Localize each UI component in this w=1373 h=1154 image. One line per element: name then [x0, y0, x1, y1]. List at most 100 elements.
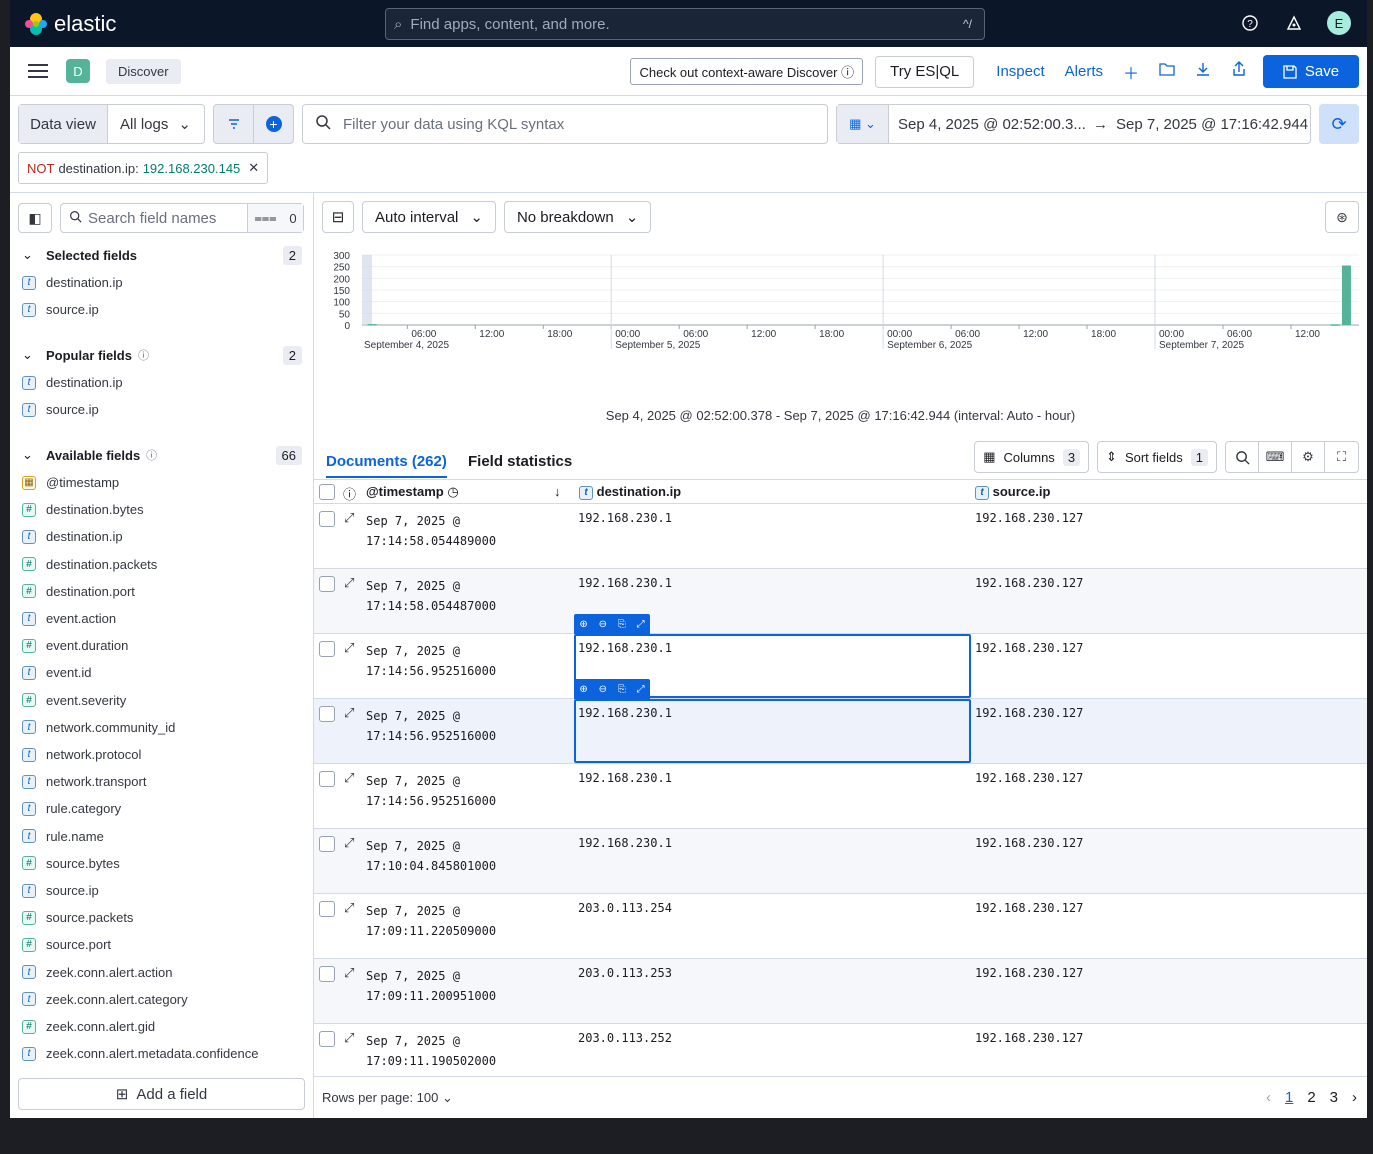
expand-icon[interactable]: ⤢ [344, 640, 354, 656]
destination-ip-header[interactable]: t destination.ip [579, 484, 681, 500]
field-item[interactable]: # destination.packets [22, 557, 157, 572]
expand-icon[interactable]: ⤢ [344, 965, 354, 981]
source-ip-cell[interactable]: 192.168.230.127 [975, 1031, 1083, 1045]
row-checkbox[interactable] [319, 1031, 335, 1047]
field-item[interactable]: t network.protocol [22, 747, 141, 762]
refresh-icon[interactable]: ⟳ [1319, 104, 1359, 144]
table-row[interactable]: ⤢ Sep 7, 2025 @ 17:09:11.200951000 203.0.11… [314, 959, 1367, 1024]
user-avatar[interactable]: E [1327, 11, 1351, 35]
global-search-input[interactable]: ⌕ Find apps, content, and more. ^/ [385, 8, 985, 40]
field-item[interactable]: t rule.name [22, 829, 104, 844]
field-item[interactable]: # event.duration [22, 638, 128, 653]
chart-options-icon[interactable]: ⊛ [1325, 201, 1359, 233]
destination-ip-cell[interactable]: 203.0.113.254 [578, 901, 672, 915]
histogram-chart[interactable]: 30025020015010050006:00September 4, 2025… [314, 243, 1367, 383]
field-item[interactable]: ▦ @timestamp [22, 475, 119, 490]
filter-out-icon[interactable]: ⊖ [599, 619, 607, 630]
sort-fields-button[interactable]: ⇕ Sort fields 1 [1097, 441, 1217, 473]
timestamp-header[interactable]: @timestamp ◷ [366, 484, 459, 500]
expand-icon[interactable]: ⤢ [344, 705, 354, 721]
field-item[interactable]: t source.ip [22, 883, 99, 898]
add-filter-button[interactable]: + [254, 105, 293, 143]
row-checkbox[interactable] [319, 901, 335, 917]
table-row[interactable]: ⤢ Sep 7, 2025 @ 17:10:04.845801000 192.168.… [314, 829, 1367, 894]
timestamp-cell[interactable]: Sep 7, 2025 @ 17:14:58.054489000 [366, 511, 496, 551]
field-item[interactable]: t event.action [22, 611, 116, 626]
date-picker[interactable]: ▦ ⌄ Sep 4, 2025 @ 02:52:00.3... → Sep 7,… [836, 104, 1311, 144]
source-ip-cell[interactable]: 192.168.230.127 [975, 576, 1083, 590]
filter-menu-icon[interactable] [214, 105, 254, 143]
select-all-checkbox[interactable] [319, 484, 335, 500]
field-item[interactable]: t rule.category [22, 801, 121, 816]
help-icon[interactable]: ? [1239, 12, 1261, 34]
filter-pill[interactable]: NOT destination.ip: 192.168.230.145 ✕ [18, 152, 269, 184]
row-checkbox[interactable] [319, 966, 335, 982]
expand-icon[interactable]: ⤢ [344, 900, 354, 916]
menu-icon[interactable] [28, 60, 48, 82]
expand-icon[interactable]: ⤢ [344, 835, 354, 851]
filter-out-icon[interactable]: ⊖ [599, 684, 607, 695]
field-item[interactable]: # source.bytes [22, 856, 120, 871]
source-ip-cell[interactable]: 192.168.230.127 [975, 966, 1083, 980]
field-filter-button[interactable]: ⩶ 0 [247, 204, 303, 232]
destination-ip-cell[interactable]: 192.168.230.1 [578, 576, 672, 590]
destination-ip-cell[interactable]: 203.0.113.252 [578, 1031, 672, 1045]
download-icon[interactable] [1195, 61, 1211, 82]
expand-icon[interactable]: ⤢ [344, 1030, 354, 1046]
row-checkbox[interactable] [319, 836, 335, 852]
table-row[interactable]: ⤢ Sep 7, 2025 @ 17:14:58.054487000 192.168.… [314, 569, 1367, 634]
field-item[interactable]: t zeek.conn.alert.metadata.confidence [22, 1046, 258, 1061]
popular-fields-header[interactable]: ⌄ Popular fields ⓘ 2 [22, 345, 302, 365]
keyboard-icon[interactable]: ⌨ [1259, 442, 1292, 472]
tab-field-statistics[interactable]: Field statistics [468, 453, 572, 470]
start-date[interactable]: Sep 4, 2025 @ 02:52:00.3... [898, 116, 1085, 133]
timestamp-cell[interactable]: Sep 7, 2025 @ 17:14:58.054487000 [366, 576, 496, 616]
inspect-link[interactable]: Inspect [996, 63, 1044, 80]
close-icon[interactable]: ✕ [248, 160, 259, 176]
destination-ip-cell[interactable]: 192.168.230.1 [578, 836, 672, 850]
expand-icon[interactable]: ⤢ [344, 510, 354, 526]
elastic-logo[interactable]: elastic [24, 11, 116, 37]
expand-icon[interactable]: ⤢ [637, 619, 645, 630]
destination-ip-cell[interactable]: 192.168.230.1 [578, 771, 672, 785]
space-avatar[interactable]: D [66, 59, 90, 83]
filter-in-icon[interactable]: ⊕ [579, 684, 587, 695]
end-date[interactable]: Sep 7, 2025 @ 17:16:42.944 [1116, 116, 1308, 133]
timestamp-cell[interactable]: Sep 7, 2025 @ 17:14:56.952516000 [366, 771, 496, 811]
source-ip-header[interactable]: t source.ip [975, 484, 1050, 500]
timestamp-cell[interactable]: Sep 7, 2025 @ 17:09:11.200951000 [366, 966, 496, 1006]
collapse-sidebar-icon[interactable]: ◧ [18, 203, 52, 233]
try-esql-button[interactable]: Try ES|QL [875, 55, 975, 88]
info-icon[interactable]: ⓘ [343, 484, 356, 503]
source-ip-cell[interactable]: 192.168.230.127 [975, 836, 1083, 850]
timestamp-cell[interactable]: Sep 7, 2025 @ 17:09:11.190502000 [366, 1031, 496, 1071]
row-checkbox[interactable] [319, 576, 335, 592]
copy-icon[interactable]: ⎘ [618, 684, 626, 695]
timestamp-cell[interactable]: Sep 7, 2025 @ 17:10:04.845801000 [366, 836, 496, 876]
field-item[interactable]: # source.port [22, 937, 111, 952]
field-item[interactable]: t zeek.conn.alert.action [22, 965, 172, 980]
available-fields-header[interactable]: ⌄ Available fields ⓘ 66 [22, 445, 302, 465]
previous-page-icon[interactable]: ‹ [1266, 1089, 1271, 1106]
expand-icon[interactable]: ⤢ [637, 684, 645, 695]
expand-icon[interactable]: ⤢ [344, 770, 354, 786]
row-checkbox[interactable] [319, 641, 335, 657]
settings-sliders-icon[interactable]: ⚙ [1292, 442, 1325, 472]
field-item[interactable]: # destination.port [22, 584, 135, 599]
source-ip-cell[interactable]: 192.168.230.127 [975, 706, 1083, 720]
copy-icon[interactable]: ⎘ [618, 619, 626, 630]
data-view-picker[interactable]: Data view All logs ⌄ [18, 104, 205, 144]
field-item[interactable]: t destination.ip [22, 529, 123, 544]
toggle-chart-icon[interactable]: ⊟ [322, 201, 354, 233]
timestamp-cell[interactable]: Sep 7, 2025 @ 17:09:11.220509000 [366, 901, 496, 941]
add-field-button[interactable]: ⊞ Add a field [18, 1078, 305, 1110]
field-item[interactable]: # event.severity [22, 693, 126, 708]
news-feed-icon[interactable] [1283, 12, 1305, 34]
field-item[interactable]: t destination.ip [22, 375, 123, 390]
rows-per-page-select[interactable]: Rows per page: 100 ⌄ [322, 1090, 453, 1106]
row-checkbox[interactable] [319, 706, 335, 722]
field-item[interactable]: # destination.bytes [22, 502, 144, 517]
tab-documents[interactable]: Documents (262) [326, 453, 447, 478]
interval-select[interactable]: Auto interval ⌄ [362, 201, 496, 233]
share-icon[interactable] [1231, 61, 1247, 82]
